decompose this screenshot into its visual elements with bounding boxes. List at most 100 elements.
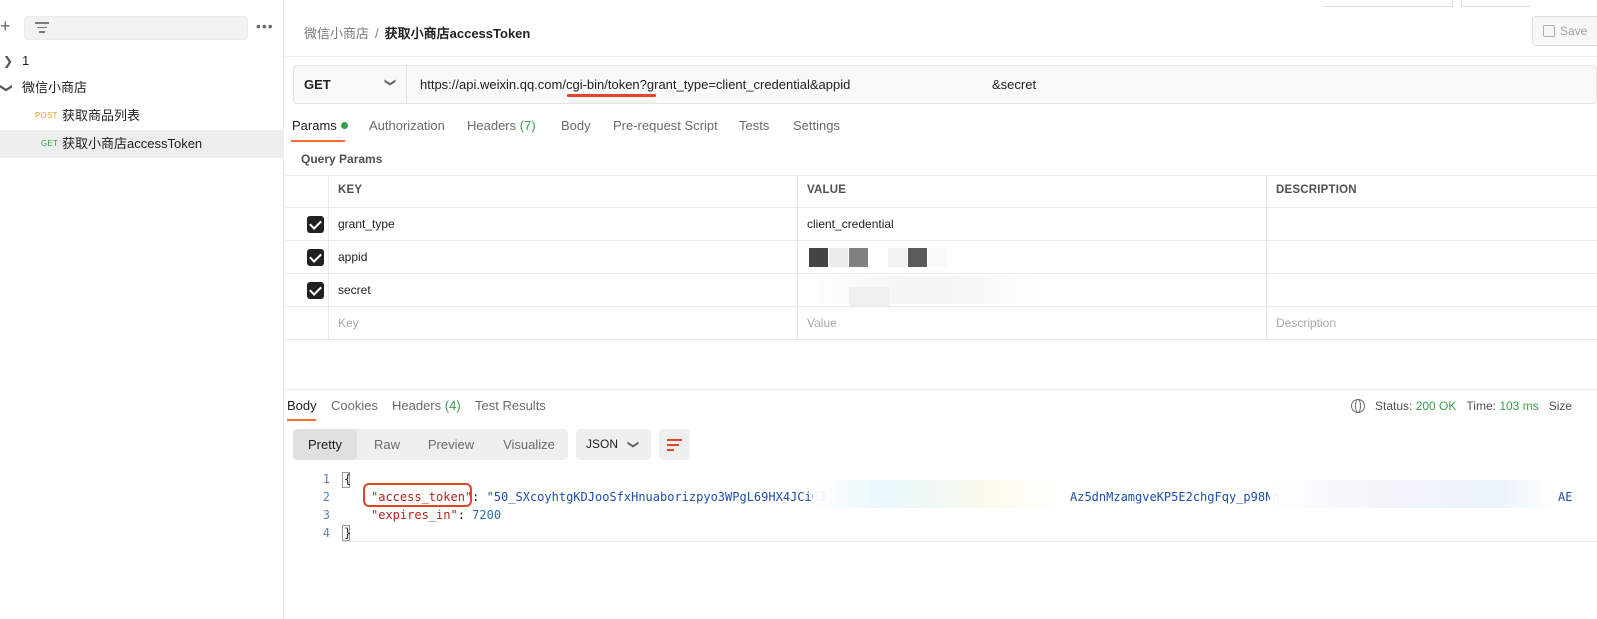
tab-settings[interactable]: Settings: [793, 118, 840, 133]
checkbox-cell: [285, 241, 329, 274]
placeholder: Value: [807, 316, 837, 330]
json-brace: {: [344, 472, 352, 486]
value-cell-redacted[interactable]: [798, 274, 1267, 307]
format-value: JSON: [586, 437, 619, 451]
status-badge[interactable]: 200 OK: [1416, 399, 1457, 413]
json-key: "expires_in": [371, 508, 458, 522]
redaction-pixel: [849, 287, 889, 306]
tab-cookies[interactable]: Cookies: [331, 398, 378, 413]
annotation-box: [363, 483, 472, 507]
tab-authorization[interactable]: Authorization: [369, 118, 445, 133]
header-cell-key: KEY: [329, 175, 798, 208]
param-key: secret: [338, 283, 371, 297]
key-cell[interactable]: secret: [329, 274, 798, 307]
json-number: 7200: [472, 508, 502, 522]
value-cell[interactable]: client_credential: [798, 208, 1267, 241]
view-visualize[interactable]: Visualize: [493, 429, 565, 460]
description-input[interactable]: Description: [1267, 307, 1597, 340]
key-cell[interactable]: grant_type: [329, 208, 798, 241]
format-select[interactable]: JSON ❯: [576, 429, 651, 460]
view-pretty[interactable]: Pretty: [293, 429, 357, 460]
wrap-icon-line: [667, 439, 682, 441]
response-code-editor[interactable]: 1 2 3 4 { "access_token": "50_SXcoyhtgKD…: [285, 472, 1597, 552]
sidebar-item-collection-1[interactable]: ❯ 1: [0, 47, 284, 75]
row-checkbox[interactable]: [307, 249, 324, 266]
tab-response-body[interactable]: Body: [287, 398, 317, 413]
checkbox-cell: [285, 307, 329, 340]
line-number: 4: [322, 526, 330, 540]
tab-count: (4): [444, 398, 461, 413]
method-badge-get: GET: [41, 139, 59, 148]
tab-tests[interactable]: Tests: [739, 118, 769, 133]
chevron-right-icon: ❯: [3, 54, 14, 68]
tab-response-headers[interactable]: Headers (4): [392, 398, 461, 413]
json-line-expires-in: "expires_in": 7200: [371, 508, 502, 522]
table-row: appid: [285, 241, 1597, 274]
method-select[interactable]: GET ❯: [294, 66, 407, 103]
header-label: KEY: [338, 184, 363, 196]
key-input[interactable]: Key: [329, 307, 798, 340]
breadcrumb-parent[interactable]: 微信小商店: [304, 26, 369, 41]
view-preview[interactable]: Preview: [417, 429, 485, 460]
plus-icon[interactable]: +: [0, 17, 14, 37]
tab-label: Headers: [392, 398, 442, 413]
filter-input[interactable]: [24, 16, 248, 40]
redaction-pixel: [928, 248, 947, 267]
redaction-pixel: [809, 248, 828, 267]
sidebar-item-label: 1: [22, 53, 30, 68]
url-input[interactable]: https://api.weixin.qq.com/cgi-bin/token?…: [420, 77, 850, 92]
placeholder: Key: [338, 316, 359, 330]
table-header-row: KEY VALUE DESCRIPTION: [285, 175, 1597, 208]
line-number: 1: [322, 472, 330, 486]
save-icon: [1543, 25, 1555, 37]
redaction-pixel: [888, 248, 907, 267]
chevron-down-icon: ❯: [0, 82, 15, 94]
json-string: Az5dnMzamgveKP5E2chgFqy_p98Ng: [1070, 490, 1280, 504]
main-panel: 微信小商店 / 获取小商店accessToken Save GET ❯ https:…: [285, 0, 1597, 619]
save-button[interactable]: Save: [1532, 16, 1597, 46]
tab-body[interactable]: Body: [561, 118, 591, 133]
row-checkbox[interactable]: [307, 282, 324, 299]
key-cell[interactable]: appid: [329, 241, 798, 274]
more-dots-icon[interactable]: •••: [256, 18, 274, 34]
size-label[interactable]: Size: [1549, 399, 1572, 413]
method-badge-post: POST: [35, 111, 58, 120]
globe-icon[interactable]: [1351, 399, 1365, 413]
breadcrumb-current[interactable]: 获取小商店accessToken: [385, 26, 531, 41]
sidebar-item-request-product-list[interactable]: POST 获取商品列表: [0, 102, 284, 130]
json-string: AE: [1558, 490, 1573, 504]
sidebar-item-request-access-token[interactable]: GET 获取小商店accessToken: [0, 130, 284, 158]
tab-test-results[interactable]: Test Results: [475, 398, 546, 413]
chevron-down-icon: ❯: [627, 439, 640, 450]
value-cell-redacted[interactable]: [798, 241, 1267, 274]
tab-edge: [1461, 0, 1531, 7]
wrap-lines-button[interactable]: [659, 429, 690, 460]
redaction-blur: [1270, 480, 1555, 508]
view-mode-selector: Pretty Raw Preview Visualize: [293, 429, 568, 460]
view-raw[interactable]: Raw: [363, 429, 411, 460]
json-brace: }: [344, 526, 352, 540]
description-cell[interactable]: [1267, 241, 1597, 274]
tab-params[interactable]: Params: [292, 118, 348, 133]
value-input[interactable]: Value: [798, 307, 1267, 340]
tab-strip-edge: [1323, 0, 1597, 7]
url-input-tail[interactable]: &secret: [992, 77, 1036, 92]
tab-pre-request-script[interactable]: Pre-request Script: [613, 118, 718, 133]
sidebar-toolbar: + •••: [0, 13, 284, 41]
tab-headers[interactable]: Headers (7): [467, 118, 536, 133]
active-tab-indicator: [291, 140, 345, 142]
placeholder: Description: [1276, 316, 1337, 330]
method-value: GET: [304, 77, 331, 92]
divider: [343, 541, 1597, 542]
checkbox-cell: [285, 208, 329, 241]
tab-label: Params: [292, 118, 337, 133]
sidebar-item-collection-weixin[interactable]: ❯ 微信小商店: [0, 74, 284, 102]
tab-count: (7): [519, 118, 536, 133]
time-value[interactable]: 103 ms: [1499, 399, 1538, 413]
row-checkbox[interactable]: [307, 216, 324, 233]
description-cell[interactable]: [1267, 274, 1597, 307]
url-bar: GET ❯ https://api.weixin.qq.com/cgi-bin/…: [293, 65, 1597, 104]
redaction-pixel: [908, 248, 927, 267]
sidebar-item-label: 获取商品列表: [62, 108, 141, 123]
description-cell[interactable]: [1267, 208, 1597, 241]
